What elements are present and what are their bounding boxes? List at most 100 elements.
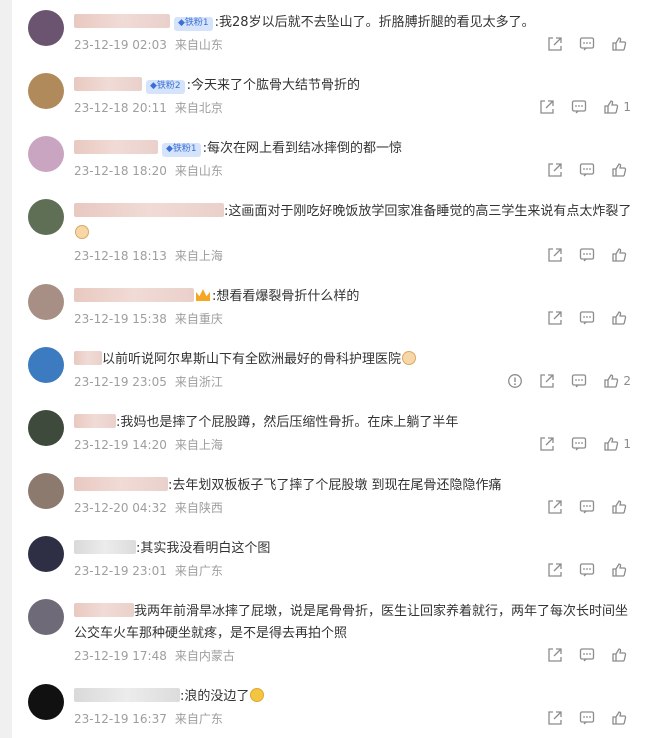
avatar[interactable] bbox=[28, 473, 64, 509]
share-icon[interactable] bbox=[547, 247, 563, 263]
username[interactable] bbox=[74, 414, 116, 428]
like-button[interactable]: 1 bbox=[603, 99, 631, 115]
comment-content: ◆铁粉2:今天来了个肱骨大结节骨折的 bbox=[74, 75, 638, 97]
comment-icon[interactable] bbox=[571, 373, 587, 389]
comment-content: :想看看爆裂骨折什么样的 bbox=[74, 286, 638, 308]
avatar[interactable] bbox=[28, 10, 64, 46]
comment-icon[interactable] bbox=[579, 36, 595, 52]
like-button[interactable] bbox=[611, 710, 631, 726]
username[interactable] bbox=[74, 540, 136, 554]
like-icon bbox=[612, 648, 627, 662]
comment-icon[interactable] bbox=[579, 310, 595, 326]
comment-actions: 1 bbox=[539, 436, 631, 452]
comment-location: 来自上海 bbox=[174, 249, 223, 263]
comment-text: :其实我没看明白这个图 bbox=[136, 541, 271, 556]
avatar[interactable] bbox=[28, 73, 64, 109]
comment-text: :我妈也是摔了个屁股蹲，然后压缩性骨折。在床上躺了半年 bbox=[116, 415, 459, 430]
comment-actions: 1 bbox=[539, 99, 631, 115]
comment-text: :我28岁以后就不去坠山了。折胳膊折腿的看见太多了。 bbox=[214, 15, 535, 30]
share-icon[interactable] bbox=[547, 647, 563, 663]
username[interactable] bbox=[74, 140, 158, 154]
username[interactable] bbox=[74, 688, 180, 702]
fan-badge: ◆铁粉1 bbox=[162, 143, 201, 157]
like-button[interactable] bbox=[611, 310, 631, 326]
like-icon bbox=[612, 248, 627, 262]
avatar[interactable] bbox=[28, 136, 64, 172]
username[interactable] bbox=[74, 203, 224, 217]
report-icon[interactable] bbox=[507, 373, 523, 389]
comment-text: :浪的没边了 bbox=[180, 689, 250, 704]
username[interactable] bbox=[74, 477, 168, 491]
like-button[interactable] bbox=[611, 36, 631, 52]
comment-date: 23-12-18 18:13 bbox=[74, 249, 167, 263]
comment-location: 来自上海 bbox=[174, 438, 223, 452]
share-icon[interactable] bbox=[539, 436, 555, 452]
share-icon[interactable] bbox=[539, 373, 555, 389]
comment-location: 来自北京 bbox=[174, 101, 223, 115]
like-button[interactable] bbox=[611, 499, 631, 515]
comment-icon[interactable] bbox=[571, 99, 587, 115]
like-icon bbox=[604, 374, 619, 388]
comment-icon[interactable] bbox=[579, 710, 595, 726]
comment-actions bbox=[547, 647, 631, 663]
avatar[interactable] bbox=[28, 410, 64, 446]
comment-actions: 2 bbox=[507, 373, 631, 389]
share-icon[interactable] bbox=[547, 499, 563, 515]
cat-emoji-icon bbox=[75, 225, 89, 239]
avatar[interactable] bbox=[28, 347, 64, 383]
share-icon[interactable] bbox=[547, 162, 563, 178]
comment-actions bbox=[547, 310, 631, 326]
like-count: 1 bbox=[623, 100, 631, 114]
share-icon[interactable] bbox=[539, 99, 555, 115]
comment-icon[interactable] bbox=[579, 647, 595, 663]
avatar[interactable] bbox=[28, 684, 64, 720]
comment-location: 来自广东 bbox=[174, 712, 223, 726]
comment-text: 我两年前滑旱冰摔了屁墩，说是尾骨骨折，医生让回家养着就行，两年了每次长时间坐公交… bbox=[74, 604, 629, 641]
comment-icon[interactable] bbox=[579, 499, 595, 515]
comment-content: ◆铁粉1:我28岁以后就不去坠山了。折胳膊折腿的看见太多了。 bbox=[74, 12, 638, 34]
comment-actions bbox=[547, 499, 631, 515]
like-icon bbox=[604, 100, 619, 114]
comment-text: :每次在网上看到结冰摔倒的都一惊 bbox=[202, 141, 403, 156]
like-button[interactable]: 1 bbox=[603, 436, 631, 452]
left-divider bbox=[0, 0, 12, 738]
avatar[interactable] bbox=[28, 284, 64, 320]
avatar[interactable] bbox=[28, 599, 64, 635]
like-button[interactable] bbox=[611, 247, 631, 263]
username[interactable] bbox=[74, 288, 194, 302]
comment-icon[interactable] bbox=[571, 436, 587, 452]
comment-location: 来自浙江 bbox=[174, 375, 223, 389]
like-button[interactable]: 2 bbox=[603, 373, 631, 389]
like-count: 1 bbox=[623, 437, 631, 451]
comment-actions bbox=[547, 562, 631, 578]
comment-content: 我两年前滑旱冰摔了屁墩，说是尾骨骨折，医生让回家养着就行，两年了每次长时间坐公交… bbox=[74, 601, 638, 645]
comment-feed: ◆铁粉1 :我28岁以后就不去坠山了。折胳膊折腿的看见太多了。 23-12-19 … bbox=[0, 0, 655, 738]
comment-icon[interactable] bbox=[579, 247, 595, 263]
badge-label: 铁粉1 bbox=[184, 18, 209, 28]
like-button[interactable] bbox=[611, 162, 631, 178]
like-button[interactable] bbox=[611, 647, 631, 663]
share-icon[interactable] bbox=[547, 36, 563, 52]
comment-date: 23-12-19 16:37 bbox=[74, 712, 167, 726]
like-icon bbox=[604, 437, 619, 451]
comment-date: 23-12-18 20:11 bbox=[74, 101, 167, 115]
comment-text: :想看看爆裂骨折什么样的 bbox=[212, 289, 360, 304]
username[interactable] bbox=[74, 14, 170, 28]
avatar[interactable] bbox=[28, 199, 64, 235]
badge-label: 铁粉1 bbox=[172, 144, 197, 154]
avatar[interactable] bbox=[28, 536, 64, 572]
comment-actions bbox=[547, 710, 631, 726]
like-count: 2 bbox=[623, 374, 631, 388]
share-icon[interactable] bbox=[547, 562, 563, 578]
comment-icon[interactable] bbox=[579, 562, 595, 578]
username[interactable] bbox=[74, 603, 134, 617]
comment-actions bbox=[547, 247, 631, 263]
username[interactable] bbox=[74, 351, 102, 365]
username[interactable] bbox=[74, 77, 142, 91]
comment-actions bbox=[547, 162, 631, 178]
comment-icon[interactable] bbox=[579, 162, 595, 178]
like-icon bbox=[612, 563, 627, 577]
share-icon[interactable] bbox=[547, 710, 563, 726]
share-icon[interactable] bbox=[547, 310, 563, 326]
like-button[interactable] bbox=[611, 562, 631, 578]
